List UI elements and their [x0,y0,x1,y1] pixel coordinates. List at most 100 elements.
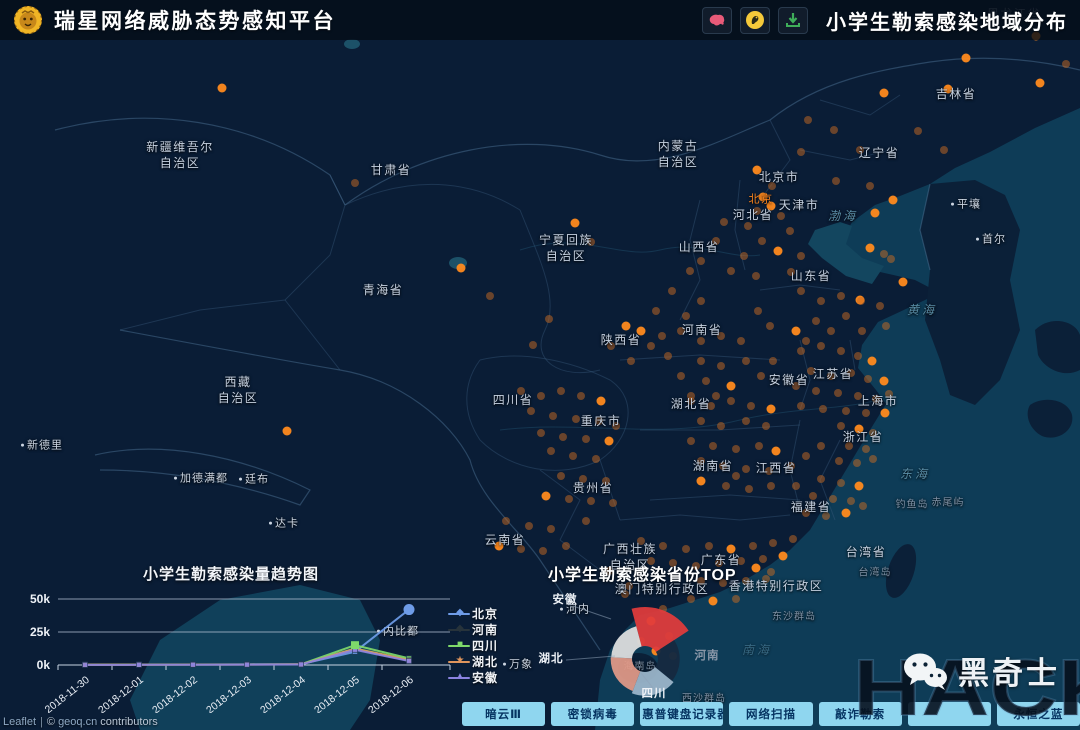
infection-dot[interactable] [702,377,710,385]
infection-dot[interactable] [547,447,555,455]
infection-dot[interactable] [709,597,718,606]
infection-dot[interactable] [817,297,825,305]
infection-dot[interactable] [869,429,877,437]
infection-dot[interactable] [517,387,525,395]
infection-dot[interactable] [547,525,555,533]
infection-dot[interactable] [777,212,785,220]
infection-dot[interactable] [899,278,908,287]
infection-dot[interactable] [457,264,466,273]
infection-dot[interactable] [697,297,705,305]
infection-dot[interactable] [766,322,774,330]
infection-dot[interactable] [495,542,504,551]
infection-dot[interactable] [869,455,877,463]
infection-dot[interactable] [565,495,573,503]
infection-dot[interactable] [687,437,695,445]
infection-dot[interactable] [569,452,577,460]
infection-dot[interactable] [862,445,870,453]
infection-dot[interactable] [612,422,620,430]
infection-dot[interactable] [697,257,705,265]
infection-dot[interactable] [745,485,753,493]
infection-dot[interactable] [744,222,752,230]
infection-dot[interactable] [837,347,845,355]
infection-dot[interactable] [562,542,570,550]
infection-dot[interactable] [804,116,812,124]
infection-dot[interactable] [802,337,810,345]
infection-dot[interactable] [1062,60,1070,68]
infection-dot[interactable] [539,547,547,555]
infection-dot[interactable] [827,372,835,380]
infection-dot[interactable] [727,397,735,405]
infection-dot[interactable] [857,297,865,305]
infection-dot[interactable] [866,182,874,190]
infection-dot[interactable] [797,347,805,355]
infection-dot[interactable] [767,568,775,576]
infection-dot[interactable] [797,287,805,295]
infection-dot[interactable] [802,509,810,517]
download-button[interactable] [778,7,808,34]
infection-dot[interactable] [753,166,762,175]
threat-type-button[interactable]: 暗云Ⅲ [462,702,545,726]
infection-dot[interactable] [889,196,898,205]
infection-dot[interactable] [218,84,227,93]
infection-dot[interactable] [549,412,557,420]
infection-dot[interactable] [719,579,727,587]
infection-dot[interactable] [621,590,629,598]
infection-dot[interactable] [577,392,585,400]
infection-dot[interactable] [727,545,736,554]
infection-dot[interactable] [559,433,567,441]
infection-dot[interactable] [719,462,727,470]
infection-dot[interactable] [605,567,613,575]
infection-dot[interactable] [882,322,890,330]
leaflet-link[interactable]: Leaflet [3,716,36,728]
infection-dot[interactable] [762,422,770,430]
rooster-badge-button[interactable] [740,7,770,34]
infection-dot[interactable] [627,357,635,365]
infection-dot[interactable] [762,575,770,583]
infection-dot[interactable] [720,218,728,226]
infection-dot[interactable] [652,307,660,315]
infection-dot[interactable] [847,497,855,505]
china-map-button[interactable] [702,7,732,34]
infection-dot[interactable] [717,422,725,430]
infection-dot[interactable] [677,327,685,335]
infection-dot[interactable] [732,445,740,453]
infection-dot[interactable] [792,327,801,336]
infection-dot[interactable] [647,557,655,565]
infection-dot[interactable] [647,342,655,350]
infection-dot[interactable] [637,327,646,336]
infection-dot[interactable] [835,457,843,465]
infection-dot[interactable] [747,402,755,410]
infection-dot[interactable] [817,342,825,350]
infection-dot[interactable] [595,417,603,425]
infection-dot[interactable] [880,250,888,258]
infection-dot[interactable] [647,617,656,626]
infection-dot[interactable] [637,537,645,545]
threat-type-button[interactable] [908,702,991,726]
infection-dot[interactable] [582,517,590,525]
infection-dot[interactable] [592,455,600,463]
infection-dot[interactable] [837,422,845,430]
infection-dot[interactable] [697,417,705,425]
infection-dot[interactable] [737,557,745,565]
infection-dot[interactable] [697,337,705,345]
infection-dot[interactable] [837,292,845,300]
infection-dot[interactable] [669,559,677,567]
infection-dot[interactable] [527,407,535,415]
infection-dot[interactable] [755,442,763,450]
infection-dot[interactable] [858,327,866,335]
infection-dot[interactable] [758,237,766,245]
infection-dot[interactable] [737,337,745,345]
infection-dot[interactable] [832,177,840,185]
infection-dot[interactable] [542,492,551,501]
infection-dot[interactable] [792,482,800,490]
legend-item[interactable]: ▲安徽 [448,669,498,685]
infection-dot[interactable] [854,392,862,400]
infection-dot[interactable] [797,402,805,410]
infection-dot[interactable] [792,382,800,390]
infection-dot[interactable] [732,472,740,480]
infection-dot[interactable] [742,357,750,365]
infection-dot[interactable] [727,267,735,275]
infection-dot[interactable] [582,435,590,443]
infection-dot[interactable] [502,517,510,525]
infection-dot[interactable] [752,564,761,573]
